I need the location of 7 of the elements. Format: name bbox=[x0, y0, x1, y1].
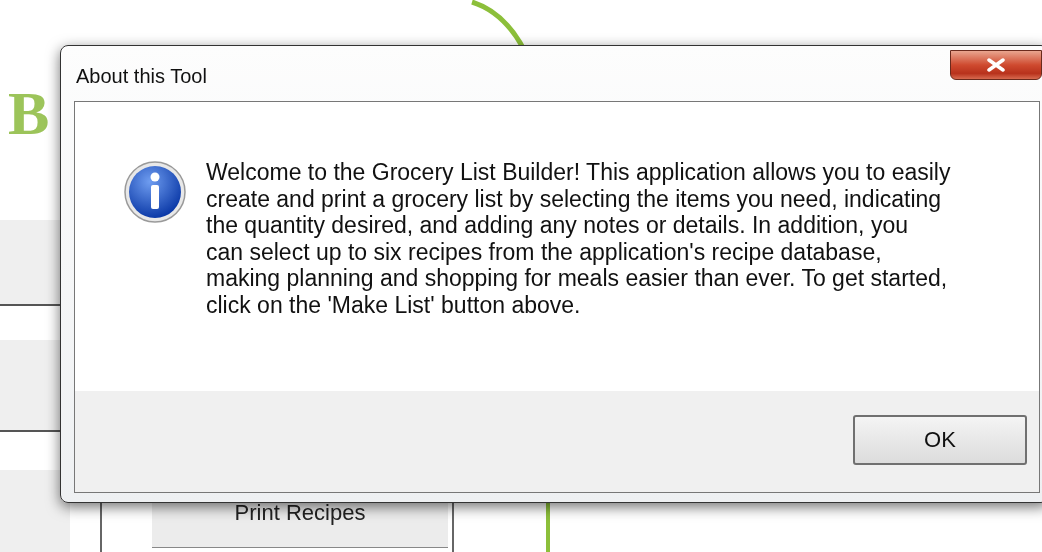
close-icon bbox=[986, 58, 1006, 72]
window-title: About this Tool bbox=[76, 65, 207, 88]
ok-button[interactable]: OK bbox=[853, 415, 1027, 465]
close-button[interactable] bbox=[950, 50, 1042, 80]
info-icon bbox=[123, 160, 187, 224]
message-text: Welcome to the Grocery List Builder! This application allows you to easily create and print a grocery list by selecting the items you need, indicating the quantity desired, and adding any notes or details. In addition, you can select up to six recipes from the application's recipe database, making planning and shopping for meals easier than ever. To get started, click on the 'Make List' button above. bbox=[206, 159, 951, 318]
logo-letter: B bbox=[8, 78, 50, 149]
